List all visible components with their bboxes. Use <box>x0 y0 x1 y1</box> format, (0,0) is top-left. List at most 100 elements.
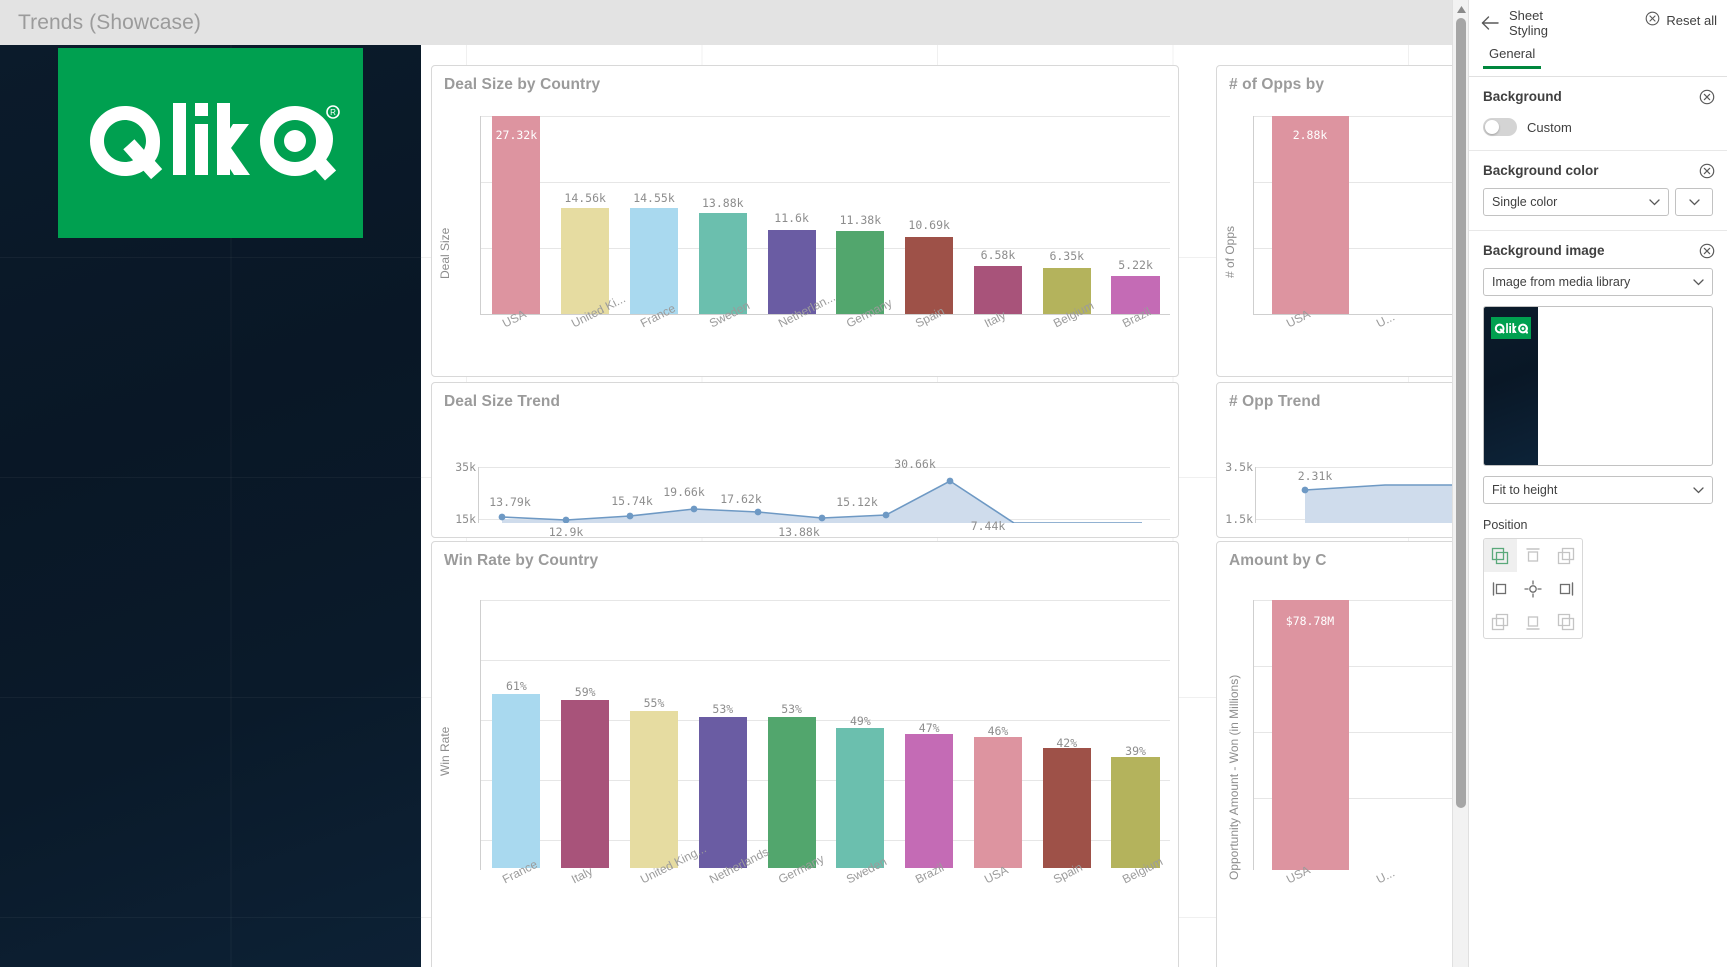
bar[interactable] <box>698 213 747 314</box>
bar[interactable] <box>698 716 747 868</box>
x-axis-label[interactable]: U... <box>1345 866 1435 932</box>
position-cell-bottom-left[interactable] <box>1484 605 1517 638</box>
x-axis-label[interactable]: United Ki... <box>551 291 628 360</box>
sheet-canvas[interactable]: R Deal Size by Country Deal Size 27.32k … <box>0 45 1452 967</box>
bar[interactable] <box>561 699 610 868</box>
bar-item[interactable]: 59% <box>551 600 620 868</box>
back-arrow-icon[interactable] <box>1479 12 1501 34</box>
chart-card-num-opps-by-country[interactable]: # of Opps by # of Opps 2.88k USA U... <box>1216 65 1452 377</box>
bar[interactable] <box>492 693 541 868</box>
bar-item[interactable]: 49% <box>826 600 895 868</box>
x-axis-label[interactable]: France <box>482 857 551 932</box>
reset-all-button[interactable]: Reset all <box>1645 11 1717 29</box>
bar-item[interactable]: 6.35k <box>1032 116 1101 314</box>
chart-card-win-rate-by-country[interactable]: Win Rate by Country Win Rate 61% 59% 55%… <box>431 541 1179 967</box>
bar-item[interactable]: 10.69k <box>895 116 964 314</box>
x-axis-label[interactable]: Sweden <box>826 854 895 932</box>
background-image-preview[interactable] <box>1483 306 1713 466</box>
bar-item[interactable]: 61% <box>482 600 551 868</box>
bar[interactable] <box>1111 757 1160 868</box>
position-cell-middle-left[interactable] <box>1484 572 1517 605</box>
x-axis-label[interactable]: USA <box>1255 307 1345 360</box>
bar[interactable] <box>973 266 1023 314</box>
x-axis-label[interactable]: Netherlands <box>688 845 771 932</box>
x-axis-label[interactable]: Italy <box>551 864 620 932</box>
x-axis-label[interactable]: Brazil <box>1101 304 1170 360</box>
x-axis-label[interactable]: Sweden <box>688 298 757 360</box>
bar-item[interactable]: 46% <box>964 600 1033 868</box>
bar-item[interactable]: 11.6k <box>757 116 826 314</box>
bar-item[interactable]: 14.56k <box>551 116 620 314</box>
position-cell-middle-center[interactable] <box>1517 572 1550 605</box>
bar-item[interactable]: 42% <box>1032 600 1101 868</box>
background-color-mode-select[interactable]: Single color <box>1483 188 1669 216</box>
x-axis-label[interactable]: Spain <box>1032 860 1101 932</box>
position-cell-top-center[interactable] <box>1517 539 1550 572</box>
position-cell-middle-right[interactable] <box>1549 572 1582 605</box>
background-image-source-select[interactable]: Image from media library <box>1483 268 1713 296</box>
background-custom-toggle[interactable] <box>1483 118 1517 136</box>
chart-card-deal-size-trend[interactable]: Deal Size Trend 35k 15k 13.79k 12.9k 15.… <box>431 382 1179 538</box>
position-cell-top-right[interactable] <box>1549 539 1582 572</box>
scroll-up-arrow-icon[interactable] <box>1453 2 1469 16</box>
x-axis-label[interactable]: USA <box>964 863 1033 932</box>
bar-item[interactable]: 53% <box>757 600 826 868</box>
bar[interactable] <box>629 710 679 868</box>
x-axis-label[interactable]: Netherlan... <box>757 290 838 360</box>
bar-item[interactable]: $78.78M <box>1255 600 1365 870</box>
x-axis-label[interactable]: Brazil <box>895 860 964 932</box>
area-line-series[interactable] <box>1255 411 1452 523</box>
bar-item[interactable]: 55% <box>620 600 689 868</box>
bar[interactable] <box>629 208 679 314</box>
bar-item[interactable]: 53% <box>688 600 757 868</box>
y-axis-line <box>1253 116 1254 314</box>
bar[interactable] <box>1271 116 1349 314</box>
position-cell-bottom-center[interactable] <box>1517 605 1550 638</box>
bar-item[interactable]: 11.38k <box>826 116 895 314</box>
x-axis-label[interactable]: USA <box>482 307 551 360</box>
bar[interactable] <box>905 236 954 314</box>
bar[interactable] <box>905 734 954 868</box>
bar-item[interactable]: 14.55k <box>620 116 689 314</box>
bar[interactable] <box>1271 600 1349 870</box>
x-axis-label[interactable]: France <box>620 301 689 360</box>
tab-general[interactable]: General <box>1483 46 1542 69</box>
x-axis-label[interactable]: USA <box>1255 863 1345 932</box>
x-axis-label[interactable]: Germany <box>757 852 826 932</box>
x-axis-label[interactable]: Belgium <box>1101 854 1170 932</box>
x-axis-label[interactable]: Germany <box>826 296 895 360</box>
bar[interactable] <box>1111 276 1160 314</box>
bar-item[interactable]: 13.88k <box>688 116 757 314</box>
chart-card-amount-by-country[interactable]: Amount by C Opportunity Amount - Won (in… <box>1216 541 1452 967</box>
background-image-size-select[interactable]: Fit to height <box>1483 476 1713 504</box>
area-line-series[interactable] <box>478 411 1172 523</box>
bar-item[interactable]: 2.88k <box>1255 116 1365 314</box>
x-axis-label[interactable]: Italy <box>964 308 1033 360</box>
x-axis-label[interactable]: Spain <box>895 304 964 360</box>
bar-item[interactable]: 39% <box>1101 600 1170 868</box>
reset-icon[interactable] <box>1699 89 1715 105</box>
scrollbar-thumb[interactable] <box>1456 18 1466 808</box>
reset-icon[interactable] <box>1699 243 1715 259</box>
vertical-scrollbar[interactable] <box>1452 0 1468 967</box>
bar-item[interactable]: 6.58k <box>964 116 1033 314</box>
bar-item[interactable]: 27.32k <box>482 116 551 314</box>
bar[interactable] <box>561 208 610 314</box>
position-cell-bottom-right[interactable] <box>1549 605 1582 638</box>
x-axis-label[interactable]: United King... <box>620 841 709 932</box>
y-axis-line <box>480 116 481 314</box>
bar[interactable] <box>973 736 1023 868</box>
x-axis-label[interactable]: U... <box>1345 310 1435 360</box>
bar[interactable] <box>1042 748 1091 868</box>
x-axis-label[interactable]: Belgium <box>1032 298 1101 360</box>
bar[interactable] <box>767 716 816 868</box>
chart-card-num-opp-trend[interactable]: # Opp Trend 3.5k 1.5k 2.31k 0 <box>1216 382 1452 538</box>
bar[interactable] <box>492 116 541 314</box>
bar-item[interactable]: 5.22k <box>1101 116 1170 314</box>
position-cell-top-left[interactable] <box>1484 539 1517 572</box>
bar-item[interactable]: 47% <box>895 600 964 868</box>
bar[interactable] <box>836 728 885 868</box>
background-color-swatch-select[interactable] <box>1675 188 1713 216</box>
reset-icon[interactable] <box>1699 163 1715 179</box>
chart-card-deal-size-by-country[interactable]: Deal Size by Country Deal Size 27.32k 14… <box>431 65 1179 377</box>
